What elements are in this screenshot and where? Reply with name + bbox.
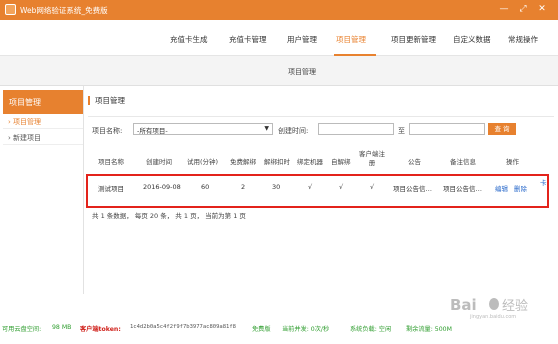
delete-link[interactable]: 删除 bbox=[514, 183, 527, 193]
start-date-input[interactable] bbox=[318, 123, 394, 135]
sidebar: 项目管理 › 项目管理 › 新建项目 bbox=[0, 86, 84, 294]
cell-client-register: √ bbox=[370, 183, 375, 191]
col-actions: 操作 bbox=[506, 158, 519, 166]
divider bbox=[88, 116, 554, 117]
watermark-url: jingyan.baidu.com bbox=[469, 314, 516, 320]
token-label: 客户端token: bbox=[80, 326, 121, 333]
row-corner-text: 卡 bbox=[540, 179, 547, 187]
col-self-unbind: 自解绑 bbox=[331, 158, 351, 166]
sidebar-header: 项目管理 bbox=[3, 90, 83, 114]
traffic-label: 剩余流量: 500M bbox=[406, 326, 452, 333]
table-header: 项目名称 创建时间 试用(分钟) 免费解绑 解绑扣时 绑定机器 自解绑 客户端注… bbox=[88, 150, 554, 174]
pagination-info: 共 1 条数据， 每页 20 条， 共 1 页， 当前为第 1 页 bbox=[92, 212, 246, 220]
baidu-watermark: Bai 经验 jingyan.baidu.com bbox=[450, 296, 528, 320]
col-trial: 试用(分钟) bbox=[187, 158, 219, 166]
status-bar: 可用云盘空间: 98 MB 客户端token: 1c4d2b0a5c4f2f9f… bbox=[0, 322, 558, 334]
nav-project-update[interactable]: 项目更新管理 bbox=[391, 34, 436, 45]
title-bar: Web网络验证系统_免费版 — ⤢ ✕ bbox=[0, 0, 558, 20]
sidebar-item-project-manage[interactable]: › 项目管理 bbox=[3, 114, 83, 129]
top-nav: 充值卡生成 充值卡管理 用户管理 项目管理 项目更新管理 自定义数据 常规操作 bbox=[0, 20, 558, 56]
cell-self-unbind: √ bbox=[339, 183, 344, 191]
cell-unbind-deduct: 30 bbox=[272, 183, 281, 191]
query-button[interactable]: 查 询 bbox=[488, 123, 516, 135]
nav-recharge-manage[interactable]: 充值卡管理 bbox=[229, 34, 267, 45]
col-remark: 备注信息 bbox=[450, 158, 476, 166]
window-title: Web网络验证系统_免费版 bbox=[20, 6, 108, 15]
section-title: 项目管理 bbox=[88, 96, 125, 105]
chevron-down-icon: ▼ bbox=[264, 125, 269, 132]
project-name-label: 项目名称: bbox=[92, 127, 123, 135]
cloud-value: 98 MB bbox=[52, 324, 72, 331]
maximize-button[interactable]: ⤢ bbox=[515, 2, 531, 16]
nav-user-manage[interactable]: 用户管理 bbox=[287, 34, 317, 45]
concurrency-label: 当前并发: 0次/秒 bbox=[282, 326, 330, 333]
edit-link[interactable]: 编辑 bbox=[495, 183, 508, 193]
breadcrumb: 项目管理 bbox=[0, 56, 558, 86]
col-notice: 公告 bbox=[408, 158, 421, 166]
col-bind-machine: 绑定机器 bbox=[297, 158, 323, 166]
app-icon bbox=[5, 4, 16, 15]
cell-notice: 项目公告信… bbox=[393, 185, 432, 193]
sidebar-item-new-project[interactable]: › 新建项目 bbox=[3, 130, 83, 145]
nav-custom-data[interactable]: 自定义数据 bbox=[453, 34, 491, 45]
cell-trial: 60 bbox=[201, 183, 210, 191]
col-free-unbind: 免费解绑 bbox=[230, 158, 256, 166]
col-client-register: 客户端注册 bbox=[359, 150, 385, 167]
token-value: 1c4d2b0a5c4f2f9f7b3977ac809a81f8 bbox=[130, 324, 236, 330]
watermark-brand: Bai bbox=[450, 296, 477, 314]
cell-created-time: 2016-09-08 bbox=[143, 183, 181, 191]
end-date-input[interactable] bbox=[409, 123, 485, 135]
close-button[interactable]: ✕ bbox=[534, 2, 550, 16]
created-time-label: 创建时间: bbox=[278, 127, 309, 135]
cell-free-unbind: 2 bbox=[241, 183, 246, 191]
plan-label: 免费版 bbox=[252, 326, 271, 333]
nav-project-manage[interactable]: 项目管理 bbox=[336, 34, 366, 45]
main-panel: 项目管理 项目名称: -所有项目- ▼ 创建时间: 至 查 询 项目名称 创建时… bbox=[86, 90, 554, 294]
cell-remark: 项目公告信… bbox=[443, 185, 482, 193]
cell-bind-machine: √ bbox=[308, 183, 313, 191]
date-to-label: 至 bbox=[398, 127, 405, 135]
project-select[interactable]: -所有项目- ▼ bbox=[133, 123, 273, 135]
cloud-label: 可用云盘空间: bbox=[2, 326, 42, 333]
col-project-name: 项目名称 bbox=[98, 158, 124, 166]
minimize-button[interactable]: — bbox=[496, 2, 512, 16]
nav-recharge-generate[interactable]: 充值卡生成 bbox=[170, 34, 208, 45]
col-unbind-deduct: 解绑扣时 bbox=[264, 158, 290, 166]
cell-project-name: 测试项目 bbox=[98, 185, 124, 193]
col-created-time: 创建时间 bbox=[146, 158, 172, 166]
breadcrumb-label: 项目管理 bbox=[288, 68, 316, 76]
filter-bar: 项目名称: -所有项目- ▼ 创建时间: 至 查 询 bbox=[88, 122, 554, 138]
load-label: 系统负载: 空闲 bbox=[350, 326, 392, 333]
project-select-value: -所有项目- bbox=[137, 127, 168, 135]
nav-general-ops[interactable]: 常规操作 bbox=[508, 34, 538, 45]
watermark-brand2: 经验 bbox=[502, 298, 528, 314]
paw-icon bbox=[489, 298, 499, 310]
